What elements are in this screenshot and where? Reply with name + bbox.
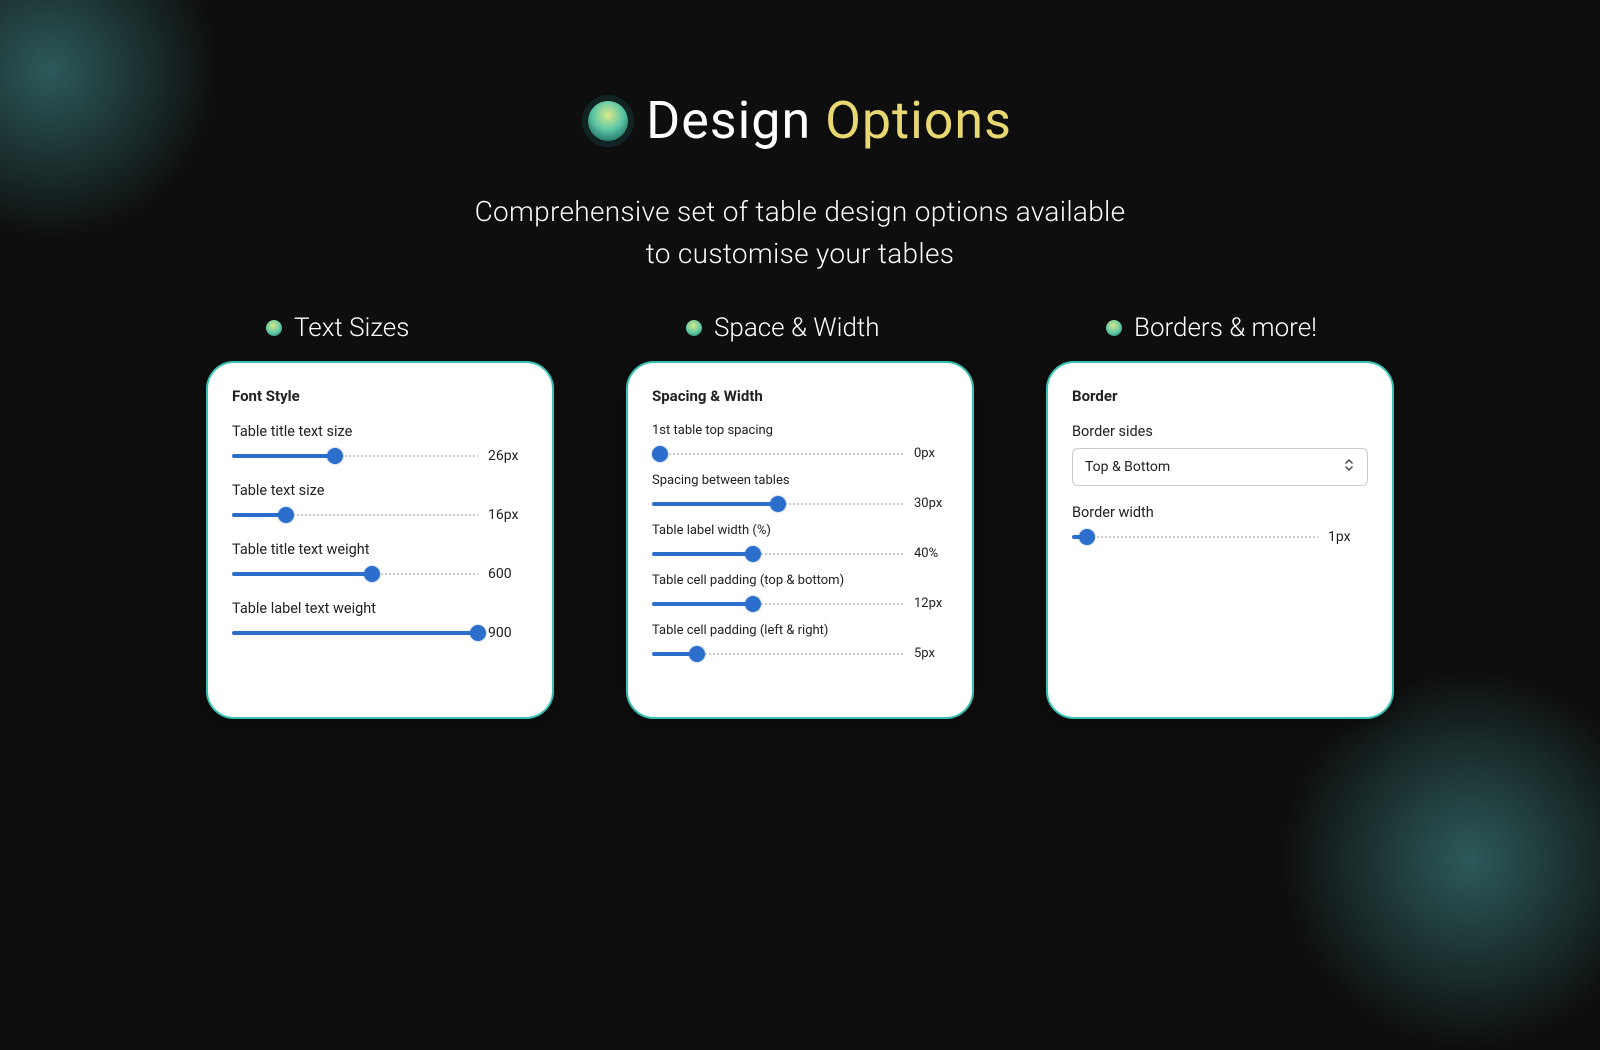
subtitle-line-2: to customise your tables xyxy=(646,237,954,270)
slider-spacing-between-tables[interactable] xyxy=(652,497,904,511)
setting-first-table-top-spacing: 1st table top spacing 0px xyxy=(652,423,948,461)
subtitle-line-1: Comprehensive set of table design option… xyxy=(475,195,1126,228)
slider-table-title-text-size[interactable] xyxy=(232,449,478,463)
slider-value: 5px xyxy=(914,646,948,661)
hero-section: Design Options Comprehensive set of tabl… xyxy=(0,0,1600,275)
setting-cell-padding-lr: Table cell padding (left & right) 5px xyxy=(652,623,948,661)
setting-label: Table label width (%) xyxy=(652,523,948,538)
setting-border-width: Border width 1px xyxy=(1072,504,1368,545)
slider-cell-padding-tb[interactable] xyxy=(652,597,904,611)
page-title: Design Options xyxy=(646,90,1012,151)
column-title-borders: Borders & more! xyxy=(1134,313,1317,343)
setting-label: Table label text weight xyxy=(232,600,528,617)
setting-table-label-width: Table label width (%) 40% xyxy=(652,523,948,561)
background-orb-bottom-right xyxy=(1280,670,1600,1050)
slider-table-label-width[interactable] xyxy=(652,547,904,561)
column-space-width: Space & Width Spacing & Width 1st table … xyxy=(626,313,974,719)
setting-table-title-text-weight: Table title text weight 600 xyxy=(232,541,528,582)
select-value: Top & Bottom xyxy=(1085,459,1170,475)
slider-value: 40% xyxy=(914,546,948,561)
column-borders: Borders & more! Border Border sides Top … xyxy=(1046,313,1394,719)
setting-label: Table cell padding (top & bottom) xyxy=(652,573,948,588)
slider-value: 600 xyxy=(488,566,528,582)
setting-label: Table title text weight xyxy=(232,541,528,558)
slider-table-text-size[interactable] xyxy=(232,508,478,522)
setting-label: Table title text size xyxy=(232,423,528,440)
setting-label: Table cell padding (left & right) xyxy=(652,623,948,638)
setting-label: Table text size xyxy=(232,482,528,499)
slider-border-width[interactable] xyxy=(1072,530,1318,544)
page-subtitle: Comprehensive set of table design option… xyxy=(0,191,1600,275)
card-spacing-width: Spacing & Width 1st table top spacing 0p… xyxy=(626,361,974,719)
slider-table-label-text-weight[interactable] xyxy=(232,626,478,640)
slider-cell-padding-lr[interactable] xyxy=(652,647,904,661)
slider-table-title-text-weight[interactable] xyxy=(232,567,478,581)
setting-label: Border sides xyxy=(1072,423,1368,440)
column-title-text-sizes: Text Sizes xyxy=(294,313,409,343)
card-heading-spacing-width: Spacing & Width xyxy=(652,387,948,405)
card-heading-font-style: Font Style xyxy=(232,387,528,405)
column-text-sizes: Text Sizes Font Style Table title text s… xyxy=(206,313,554,719)
setting-label: Border width xyxy=(1072,504,1368,521)
orb-icon xyxy=(1106,320,1122,336)
setting-spacing-between-tables: Spacing between tables 30px xyxy=(652,473,948,511)
setting-label: 1st table top spacing xyxy=(652,423,948,438)
chevron-updown-icon xyxy=(1343,457,1355,477)
orb-icon xyxy=(266,320,282,336)
slider-first-table-top-spacing[interactable] xyxy=(652,447,904,461)
card-font-style: Font Style Table title text size 26px Ta… xyxy=(206,361,554,719)
orb-icon xyxy=(686,320,702,336)
slider-value: 26px xyxy=(488,448,528,464)
card-heading-border: Border xyxy=(1072,387,1368,405)
setting-label: Spacing between tables xyxy=(652,473,948,488)
title-main: Design xyxy=(646,90,811,151)
setting-table-text-size: Table text size 16px xyxy=(232,482,528,523)
slider-value: 30px xyxy=(914,496,948,511)
title-accent: Options xyxy=(825,90,1012,151)
column-title-space-width: Space & Width xyxy=(714,313,880,343)
card-border: Border Border sides Top & Bottom Border … xyxy=(1046,361,1394,719)
border-sides-select[interactable]: Top & Bottom xyxy=(1072,448,1368,486)
setting-cell-padding-tb: Table cell padding (top & bottom) 12px xyxy=(652,573,948,611)
slider-value: 16px xyxy=(488,507,528,523)
slider-value: 1px xyxy=(1328,529,1368,545)
slider-value: 0px xyxy=(914,446,948,461)
setting-table-label-text-weight: Table label text weight 900 xyxy=(232,600,528,641)
orb-icon xyxy=(588,101,628,141)
setting-table-title-text-size: Table title text size 26px xyxy=(232,423,528,464)
slider-value: 900 xyxy=(488,625,528,641)
slider-value: 12px xyxy=(914,596,948,611)
setting-border-sides: Border sides Top & Bottom xyxy=(1072,423,1368,486)
